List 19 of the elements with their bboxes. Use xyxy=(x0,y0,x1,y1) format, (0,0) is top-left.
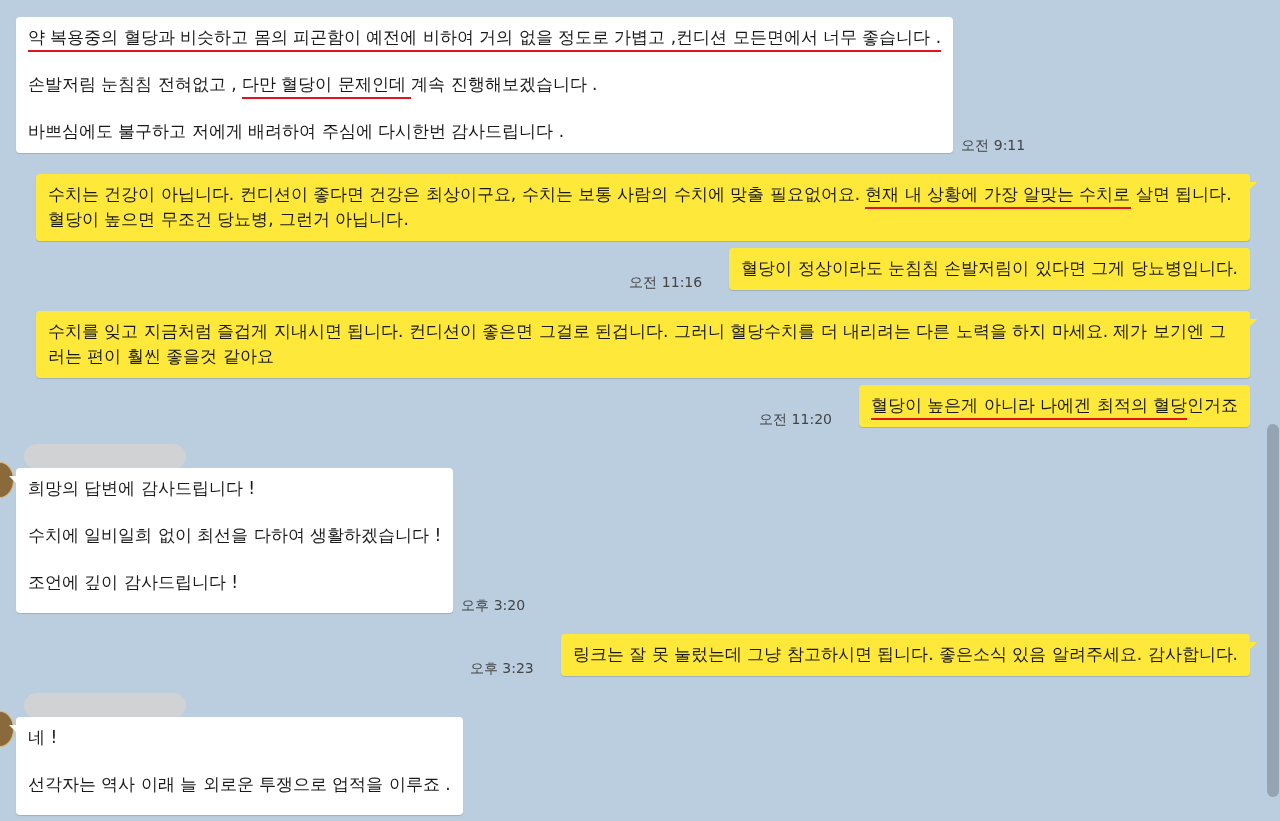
scrollbar-thumb[interactable] xyxy=(1267,424,1279,797)
message-time: 오전 11:20 xyxy=(759,411,832,429)
message-time: 오후 3:23 xyxy=(469,660,534,678)
message-text: 수치를 잊고 지금처럼 즐겁게 지내시면 됩니다. 컨디션이 좋은면 그걸로 된겁니다. 그러니 혈당수치를 더 내리려는 다른 노력을 하지 마세요. 제가 보기엔 그러는 편이 훨씬 좋을것 같아요 xyxy=(48,320,1228,368)
message-text: 수치에 일비일희 없이 최선을 다하여 생활하겠습니다 ! xyxy=(28,524,442,547)
message-time: 오전 9:11 xyxy=(961,137,1026,155)
message-time: 오후 3:20 xyxy=(461,597,526,615)
message-time: 오전 11:16 xyxy=(629,274,703,292)
message-text: 약 복용중의 혈당과 비슷하고 몸의 피곤함이 예전에 비하여 거의 없을 정도로 가볍고 ,컨디션 모든면에서 너무 좋습니다 . xyxy=(28,25,942,50)
message-text: 선각자는 역사 이래 늘 외로운 투쟁으로 업적을 이루죠 . xyxy=(28,773,451,796)
message-text: 바쁘심에도 불구하고 저에게 배려하여 주심에 다시한번 감사드립니다 . xyxy=(28,120,566,143)
message-text: 수치는 건강이 아닙니다. 컨디션이 좋다면 건강은 최상이구요, 수치는 보통 사람의 수치에 맞출 필요없어요. 현재 내 상황에 가장 알맞는 수치로 살면 됩니다. 혈당이 높으면 무조건 당뇨병, 그런거 아닙니다. xyxy=(48,183,1233,231)
message-text: 희망의 답변에 감사드립니다 ! xyxy=(28,477,257,500)
message-text: 혈당이 정상이라도 눈침침 손발저림이 있다면 그게 당뇨병입니다. xyxy=(741,257,1238,280)
message-text: 링크는 잘 못 눌렀는데 그냥 참고하시면 됩니다. 좋은소식 있음 알려주세요. 감사합니다. xyxy=(572,643,1238,666)
message-text: 네 ! xyxy=(28,726,59,749)
message-text: 조언에 깊이 감사드립니다 ! xyxy=(28,571,240,594)
message-text: 혈당이 높은게 아니라 나에겐 최적의 혈당인거죠 xyxy=(870,393,1238,418)
message-text: 손발저림 눈침침 전혀없고 , 다만 혈당이 문제인데 계속 진행해보겠습니다 . xyxy=(28,72,942,97)
